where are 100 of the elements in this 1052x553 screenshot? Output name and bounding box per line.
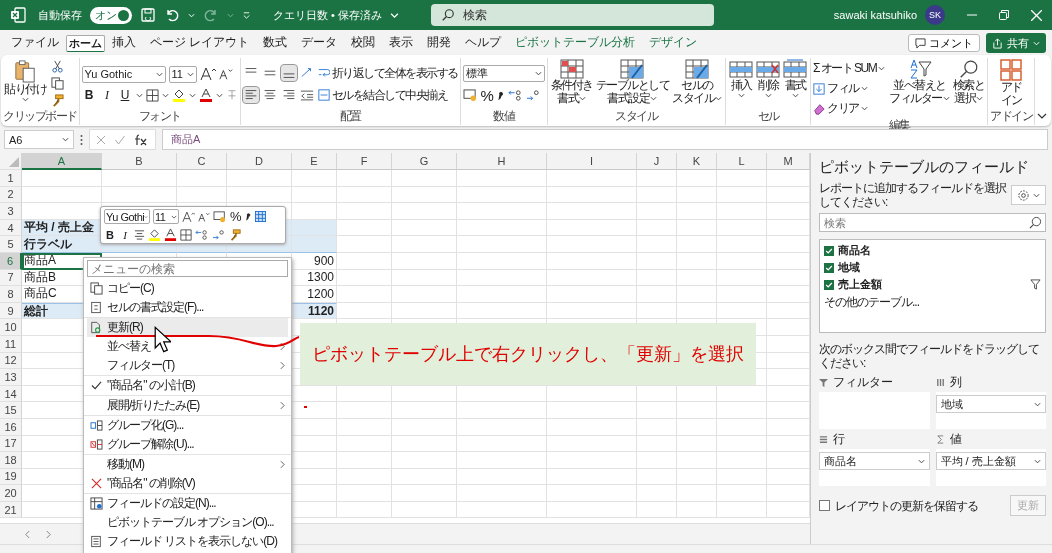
- caret-icon[interactable]: [1034, 457, 1041, 465]
- caret-icon[interactable]: [976, 95, 983, 102]
- menu-item[interactable]: ピボットテーブル オプション(O)...: [87, 513, 288, 532]
- align-center-icon[interactable]: [134, 229, 145, 240]
- menu-item[interactable]: "商品名" の削除(V): [87, 474, 288, 493]
- search-field[interactable]: 検索: [819, 213, 1046, 232]
- column-header[interactable]: K: [677, 153, 717, 170]
- orientation-icon[interactable]: [299, 66, 314, 80]
- checkbox[interactable]: [824, 262, 834, 273]
- font-color-icon[interactable]: [198, 88, 213, 102]
- caret-icon[interactable]: [188, 11, 195, 19]
- caret-icon[interactable]: [1034, 400, 1041, 408]
- filter-icon[interactable]: [1030, 279, 1041, 290]
- row-header[interactable]: 13: [0, 369, 22, 386]
- save-icon[interactable]: [140, 7, 156, 23]
- clear-button[interactable]: クリア: [813, 100, 868, 117]
- field-name[interactable]: 売上金額: [838, 277, 1026, 292]
- autosave-toggle[interactable]: オン: [90, 6, 132, 24]
- table-icon[interactable]: [254, 211, 266, 222]
- customize-icon[interactable]: [242, 10, 251, 20]
- italic-button[interactable]: I: [119, 228, 131, 241]
- ribbon-tab[interactable]: ページ レイアウト: [143, 32, 257, 54]
- copy-icon[interactable]: [51, 77, 64, 90]
- column-header[interactable]: M: [767, 153, 810, 170]
- formula-input[interactable]: 商品A: [162, 129, 1048, 150]
- ribbon-tab[interactable]: 挿入: [105, 32, 143, 54]
- field-name[interactable]: 商品名: [838, 243, 1041, 258]
- caret-icon[interactable]: [21, 96, 29, 103]
- paste-button[interactable]: 貼り付け: [3, 58, 47, 104]
- currency-icon[interactable]: [462, 88, 478, 102]
- row-header[interactable]: 18: [0, 452, 22, 469]
- borders-icon[interactable]: [145, 88, 159, 102]
- caret-icon[interactable]: [188, 91, 196, 99]
- menu-item[interactable]: グループ化(G)...: [87, 416, 288, 435]
- column-header[interactable]: C: [177, 153, 227, 170]
- decrease-decimal-icon[interactable]: [212, 228, 226, 241]
- cancel-icon[interactable]: [96, 134, 106, 145]
- menu-item[interactable]: 並べ替え: [87, 337, 288, 356]
- column-header[interactable]: D: [227, 153, 292, 170]
- checkbox[interactable]: [819, 500, 830, 511]
- menu-item[interactable]: 移動(M): [87, 455, 288, 474]
- number-format-select[interactable]: 標準: [462, 64, 545, 82]
- increase-font-icon[interactable]: [182, 210, 195, 223]
- checkbox[interactable]: [824, 279, 834, 290]
- ribbon-tab[interactable]: 表示: [382, 32, 421, 54]
- caret-icon[interactable]: [171, 213, 177, 220]
- caret-icon[interactable]: [62, 136, 69, 143]
- style-button[interactable]: セルの スタイル: [671, 58, 723, 106]
- cells-button[interactable]: 挿入: [728, 58, 754, 100]
- comma-style-icon[interactable]: [244, 211, 252, 222]
- comment-button[interactable]: コメント: [908, 34, 980, 52]
- format-painter-icon[interactable]: [51, 94, 64, 107]
- fill-button[interactable]: フィル: [813, 80, 868, 97]
- name-box[interactable]: A6: [4, 130, 74, 149]
- area-field[interactable]: 商品名: [819, 452, 930, 470]
- ribbon-tab[interactable]: ピボットテーブル分析: [508, 32, 643, 54]
- restore-icon[interactable]: [999, 10, 1009, 20]
- caret-icon[interactable]: [186, 70, 194, 78]
- enter-icon[interactable]: [114, 134, 125, 145]
- column-header[interactable]: F: [337, 153, 392, 170]
- menu-item[interactable]: フィルター(T): [87, 356, 288, 375]
- menu-item[interactable]: フィールド リストを表示しない(D): [87, 532, 288, 551]
- font-size-select[interactable]: 11: [153, 209, 179, 224]
- caret-icon[interactable]: [917, 457, 925, 465]
- document-title[interactable]: クエリ日数 • 保存済み: [273, 7, 382, 23]
- caret-icon[interactable]: [650, 95, 658, 102]
- column-header[interactable]: I: [547, 153, 637, 170]
- checkbox[interactable]: [824, 245, 834, 256]
- more-tables-link[interactable]: その他のテーブル...: [824, 294, 1041, 311]
- decrease-decimal-icon[interactable]: [525, 88, 541, 102]
- column-header[interactable]: J: [637, 153, 677, 170]
- ribbon-tab[interactable]: デザイン: [642, 32, 705, 54]
- collapse-ribbon-icon[interactable]: [1037, 111, 1048, 121]
- increase-decimal-icon[interactable]: [507, 88, 523, 102]
- caret-icon[interactable]: [942, 95, 950, 102]
- column-header[interactable]: B: [102, 153, 177, 170]
- format-painter-icon[interactable]: [229, 228, 241, 241]
- decrease-font-icon[interactable]: [198, 210, 210, 223]
- ribbon-tab[interactable]: ホーム: [66, 34, 105, 52]
- caret-icon[interactable]: [215, 91, 223, 99]
- menu-item[interactable]: セルの書式設定(F)...: [87, 298, 288, 317]
- increase-decimal-icon[interactable]: [195, 228, 209, 241]
- percent-button[interactable]: %: [230, 209, 242, 224]
- percent-button[interactable]: %: [480, 86, 494, 104]
- currency-icon[interactable]: [213, 210, 227, 223]
- font-size-select[interactable]: 11: [168, 65, 197, 83]
- ribbon-tab[interactable]: データ: [294, 32, 345, 54]
- caret-icon[interactable]: [1033, 39, 1040, 47]
- caret-icon[interactable]: [764, 92, 772, 99]
- row-header[interactable]: 8: [0, 286, 22, 303]
- increase-font-icon[interactable]: [199, 67, 216, 81]
- drop-area[interactable]: 平均 / 売上金額: [935, 449, 1046, 486]
- italic-button[interactable]: I: [99, 87, 115, 103]
- ribbon-tab[interactable]: ヘルプ: [458, 32, 509, 54]
- autosum-button[interactable]: Σ オート SUM: [813, 60, 886, 77]
- column-header[interactable]: H: [457, 153, 547, 170]
- font-name-select[interactable]: Yu Gothic: [81, 65, 166, 83]
- row-header[interactable]: 5: [0, 236, 22, 253]
- caret-icon[interactable]: [135, 91, 143, 99]
- underline-button[interactable]: U: [117, 88, 133, 102]
